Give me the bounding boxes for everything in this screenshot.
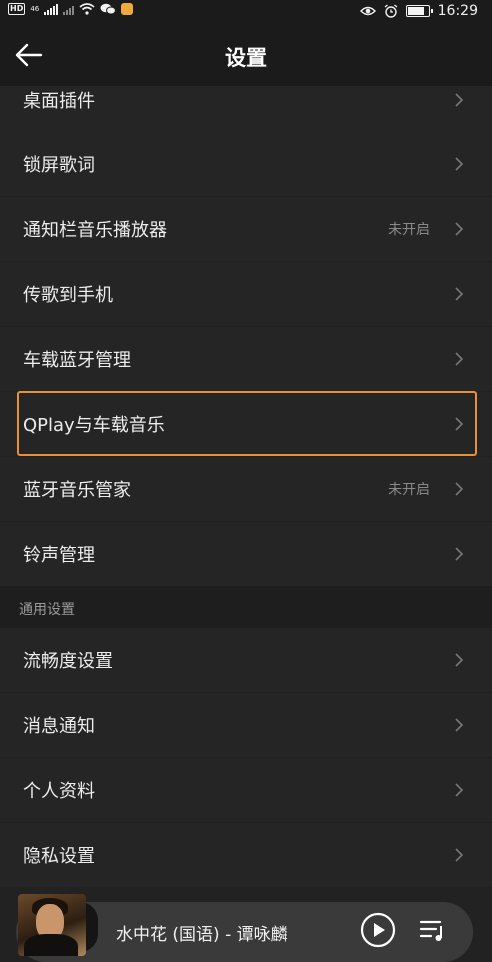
cell-signal-icon bbox=[44, 3, 59, 15]
alarm-icon bbox=[384, 4, 398, 18]
play-icon[interactable] bbox=[360, 912, 396, 948]
mini-player[interactable]: 水中花 (国语) - 谭咏麟 bbox=[16, 894, 473, 962]
settings-row-label: 传歌到手机 bbox=[23, 285, 113, 306]
settings-row-label: 隐私设置 bbox=[23, 846, 95, 867]
chevron-right-icon bbox=[455, 547, 464, 561]
app-header-overlay: 设置 bbox=[0, 24, 492, 86]
battery-icon bbox=[405, 5, 433, 17]
wechat-icon bbox=[100, 3, 117, 15]
settings-row-qplay-car-music[interactable]: QPlay与车载音乐 bbox=[0, 392, 492, 456]
cell-signal-2-icon bbox=[63, 3, 75, 15]
settings-row-label: 锁屏歌词 bbox=[23, 155, 95, 176]
settings-row-profile[interactable]: 个人资料 bbox=[0, 758, 492, 822]
playlist-icon[interactable] bbox=[418, 916, 448, 944]
settings-row-label: 消息通知 bbox=[23, 716, 95, 737]
settings-row-label: 个人资料 bbox=[23, 781, 95, 802]
eye-icon bbox=[359, 6, 376, 16]
settings-row-message-notification[interactable]: 消息通知 bbox=[0, 693, 492, 757]
section-title: 通用设置 bbox=[19, 602, 75, 618]
hd-icon: HD bbox=[8, 3, 26, 15]
chevron-right-icon bbox=[455, 482, 464, 496]
chevron-right-icon bbox=[455, 783, 464, 797]
section-header-general: 通用设置 bbox=[0, 586, 492, 628]
settings-row-bluetooth-music-manager[interactable]: 蓝牙音乐管家 未开启 bbox=[0, 457, 492, 521]
settings-row-smoothness[interactable]: 流畅度设置 bbox=[0, 628, 492, 692]
settings-row-label: 车载蓝牙管理 bbox=[23, 350, 131, 371]
status-bar: HD 46 16:29 bbox=[0, 0, 492, 24]
settings-row-label: 铃声管理 bbox=[23, 545, 95, 566]
chevron-right-icon bbox=[455, 93, 464, 107]
settings-row-status: 未开启 bbox=[388, 222, 430, 238]
chevron-right-icon bbox=[455, 718, 464, 732]
settings-row-privacy[interactable]: 隐私设置 bbox=[0, 823, 492, 887]
settings-row-notification-player[interactable]: 通知栏音乐播放器 未开启 bbox=[0, 197, 492, 261]
album-cover[interactable] bbox=[18, 894, 86, 956]
settings-row-ringtone-manager[interactable]: 铃声管理 bbox=[0, 522, 492, 586]
status-right: 16:29 bbox=[359, 3, 478, 19]
settings-row-label: QPlay与车载音乐 bbox=[23, 415, 165, 436]
network-type: 46 bbox=[30, 5, 40, 13]
cover-coat bbox=[24, 934, 78, 956]
chevron-right-icon bbox=[455, 848, 464, 862]
chevron-right-icon bbox=[455, 157, 464, 171]
settings-row-label: 桌面插件 bbox=[23, 91, 95, 112]
chevron-right-icon bbox=[455, 287, 464, 301]
chevron-right-icon bbox=[455, 222, 464, 236]
settings-row-label: 通知栏音乐播放器 bbox=[23, 220, 167, 241]
settings-row-label: 流畅度设置 bbox=[23, 651, 113, 672]
wifi-icon bbox=[79, 3, 95, 15]
chevron-right-icon bbox=[455, 417, 464, 431]
notification-app-icon bbox=[121, 3, 134, 15]
chevron-right-icon bbox=[455, 653, 464, 667]
now-playing-title[interactable]: 水中花 (国语) - 谭咏麟 bbox=[116, 920, 288, 945]
status-left: HD 46 bbox=[8, 3, 134, 15]
settings-row-label: 蓝牙音乐管家 bbox=[23, 480, 131, 501]
chevron-right-icon bbox=[455, 352, 464, 366]
page-title: 设置 bbox=[225, 46, 267, 70]
settings-row-transfer-songs[interactable]: 传歌到手机 bbox=[0, 262, 492, 326]
status-time: 16:29 bbox=[437, 3, 478, 19]
settings-row-lockscreen-lyrics[interactable]: 锁屏歌词 bbox=[0, 132, 492, 196]
settings-row-status: 未开启 bbox=[388, 482, 430, 498]
settings-row-car-bluetooth[interactable]: 车载蓝牙管理 bbox=[0, 327, 492, 391]
